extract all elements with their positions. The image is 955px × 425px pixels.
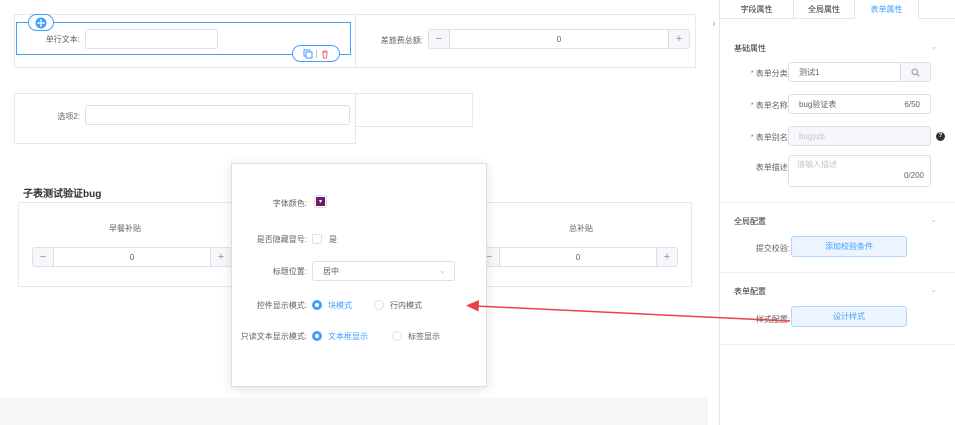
annotation-arrow [466,300,791,322]
